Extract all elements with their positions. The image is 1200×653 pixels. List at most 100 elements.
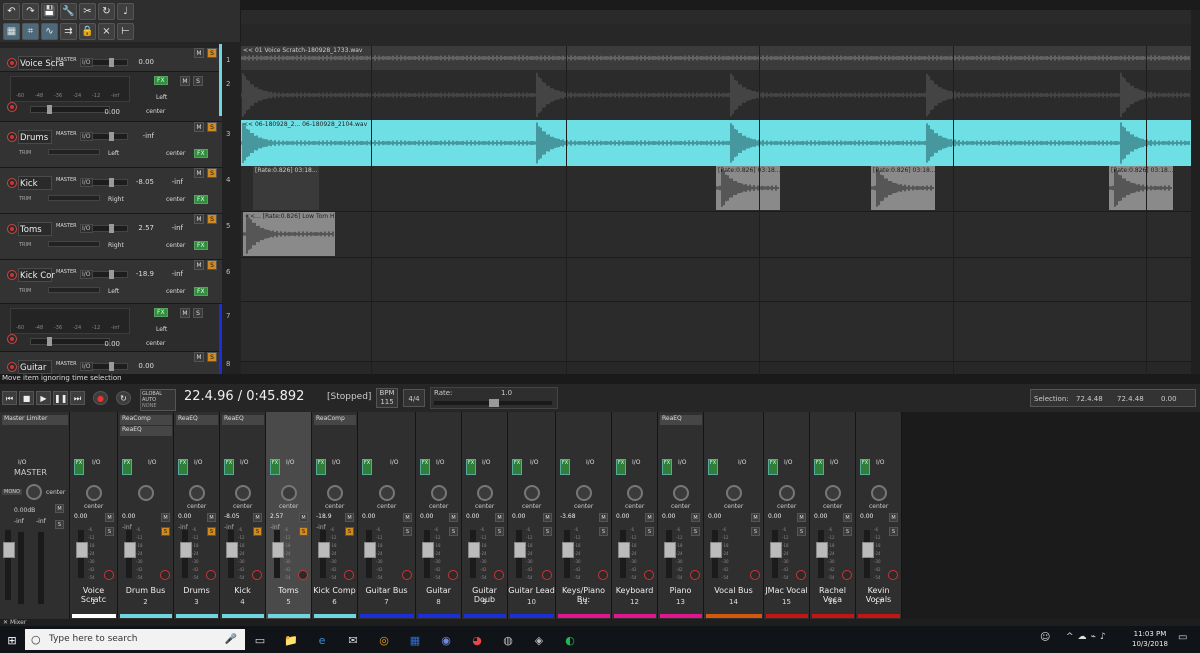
- pan-knob[interactable]: [235, 485, 251, 501]
- mute-button[interactable]: M: [253, 513, 262, 522]
- mute-button[interactable]: M: [889, 513, 898, 522]
- io-button[interactable]: I/O: [482, 459, 491, 467]
- solo-button[interactable]: S: [253, 527, 262, 536]
- record-arm-button[interactable]: [298, 570, 308, 580]
- pan-knob[interactable]: [871, 485, 887, 501]
- solo-button[interactable]: S: [161, 527, 170, 536]
- windows-start-icon[interactable]: ⊞: [2, 630, 22, 650]
- volume-fader[interactable]: [76, 530, 88, 578]
- solo-button[interactable]: S: [207, 48, 217, 58]
- rate-box[interactable]: Rate: 1.0: [430, 387, 558, 409]
- trim-icon[interactable]: ⊢: [117, 23, 134, 40]
- io-button[interactable]: I/O: [332, 459, 341, 467]
- io-button[interactable]: I/O: [286, 459, 295, 467]
- save-icon[interactable]: 💾: [41, 3, 58, 20]
- record-arm-button[interactable]: [7, 132, 17, 142]
- volume-fader[interactable]: [92, 270, 128, 279]
- fx-button[interactable]: FX: [466, 459, 476, 475]
- record-arm-button[interactable]: [7, 362, 17, 372]
- record-arm-button[interactable]: [7, 224, 17, 234]
- fx-button[interactable]: FX: [512, 459, 522, 475]
- io-button[interactable]: I/O: [678, 459, 687, 467]
- record-arm-button[interactable]: [494, 570, 504, 580]
- record-arm-button[interactable]: [598, 570, 608, 580]
- solo-button[interactable]: S: [543, 527, 552, 536]
- repeat-button[interactable]: ↻: [116, 391, 131, 405]
- solo-button[interactable]: S: [449, 527, 458, 536]
- fx-button[interactable]: FX: [194, 195, 208, 204]
- track-4[interactable]: Kick MASTER I/O -8.05 -inf M S TRIM Right center F…: [0, 168, 222, 214]
- envelope-icon[interactable]: ∿: [41, 23, 58, 40]
- wrench-icon[interactable]: 🔧: [60, 3, 77, 20]
- master-io-button[interactable]: I/O: [18, 459, 27, 467]
- fx-button[interactable]: FX: [178, 459, 188, 475]
- pan-knob[interactable]: [189, 485, 205, 501]
- clock[interactable]: 11:03 PM 10/3/2018: [1132, 629, 1168, 649]
- media-item[interactable]: [Rate:0.826] 03:18...: [253, 166, 319, 210]
- notification-icon[interactable]: ▭: [1178, 632, 1187, 643]
- snap-icon[interactable]: ⌗: [22, 23, 39, 40]
- solo-button[interactable]: S: [691, 527, 700, 536]
- mute-button[interactable]: M: [194, 260, 204, 270]
- fx-button[interactable]: FX: [316, 459, 326, 475]
- mute-button[interactable]: M: [691, 513, 700, 522]
- media-item-selected[interactable]: << 06-180928_2... 06-180928_2104.wav: [241, 120, 1191, 166]
- io-button[interactable]: I/O: [194, 459, 203, 467]
- fx-slot[interactable]: ReaEQ: [176, 415, 218, 425]
- solo-button[interactable]: S: [207, 352, 217, 362]
- volume-fader[interactable]: [816, 530, 828, 578]
- mute-button[interactable]: M: [843, 513, 852, 522]
- solo-button[interactable]: S: [843, 527, 852, 536]
- media-item[interactable]: [Rate:0.826] 03:18...: [871, 166, 935, 210]
- pan-knob[interactable]: [431, 485, 447, 501]
- mute-button[interactable]: M: [180, 76, 190, 86]
- solo-button[interactable]: S: [193, 308, 203, 318]
- io-button[interactable]: I/O: [876, 459, 885, 467]
- mute-button[interactable]: M: [194, 352, 204, 362]
- solo-button[interactable]: S: [207, 260, 217, 270]
- fx-button[interactable]: FX: [194, 241, 208, 250]
- fx-button[interactable]: FX: [74, 459, 84, 475]
- metronome-icon[interactable]: ♩: [117, 3, 134, 20]
- io-button[interactable]: I/O: [784, 459, 793, 467]
- track-5[interactable]: Toms MASTER I/O 2.57 -inf M S TRIM Right center FX: [0, 214, 222, 260]
- fx-slot[interactable]: ReaEQ: [120, 426, 172, 436]
- pan-knob[interactable]: [281, 485, 297, 501]
- master-send-button[interactable]: MASTER: [56, 361, 78, 367]
- solo-button[interactable]: S: [345, 527, 354, 536]
- mute-button[interactable]: M: [180, 308, 190, 318]
- record-arm-button[interactable]: [448, 570, 458, 580]
- volume-fader[interactable]: [180, 530, 192, 578]
- io-button[interactable]: I/O: [92, 459, 101, 467]
- fx-button[interactable]: FX: [154, 308, 168, 317]
- mute-button[interactable]: M: [403, 513, 412, 522]
- solo-button[interactable]: S: [207, 122, 217, 132]
- fx-button[interactable]: FX: [154, 76, 168, 85]
- volume-fader[interactable]: [710, 530, 722, 578]
- io-button[interactable]: I/O: [738, 459, 747, 467]
- spotify-icon[interactable]: ◐: [560, 630, 580, 650]
- width-slider[interactable]: [48, 241, 100, 247]
- record-arm-button[interactable]: [796, 570, 806, 580]
- solo-button[interactable]: S: [299, 527, 308, 536]
- master-send-button[interactable]: MASTER: [56, 177, 78, 183]
- record-arm-button[interactable]: [206, 570, 216, 580]
- volume-fader[interactable]: [618, 530, 630, 578]
- volume-fader[interactable]: [92, 224, 128, 233]
- solo-button[interactable]: S: [797, 527, 806, 536]
- volume-fader[interactable]: [468, 530, 480, 578]
- pan-knob[interactable]: [26, 484, 42, 500]
- solo-button[interactable]: S: [599, 527, 608, 536]
- rate-slider[interactable]: [434, 399, 552, 407]
- solo-button[interactable]: S: [751, 527, 760, 536]
- cut-icon[interactable]: ✂: [79, 3, 96, 20]
- mute-button[interactable]: M: [449, 513, 458, 522]
- task-view-icon[interactable]: ▭: [250, 630, 270, 650]
- io-button[interactable]: I/O: [240, 459, 249, 467]
- master-send-button[interactable]: MASTER: [56, 57, 78, 63]
- track-1[interactable]: Voice Scra MASTER I/O 0.00 M S: [0, 48, 222, 72]
- system-tray-icons[interactable]: ^☁⌁♪: [1066, 632, 1110, 642]
- record-arm-button[interactable]: [402, 570, 412, 580]
- fx-button[interactable]: FX: [768, 459, 778, 475]
- width-slider[interactable]: [48, 195, 100, 201]
